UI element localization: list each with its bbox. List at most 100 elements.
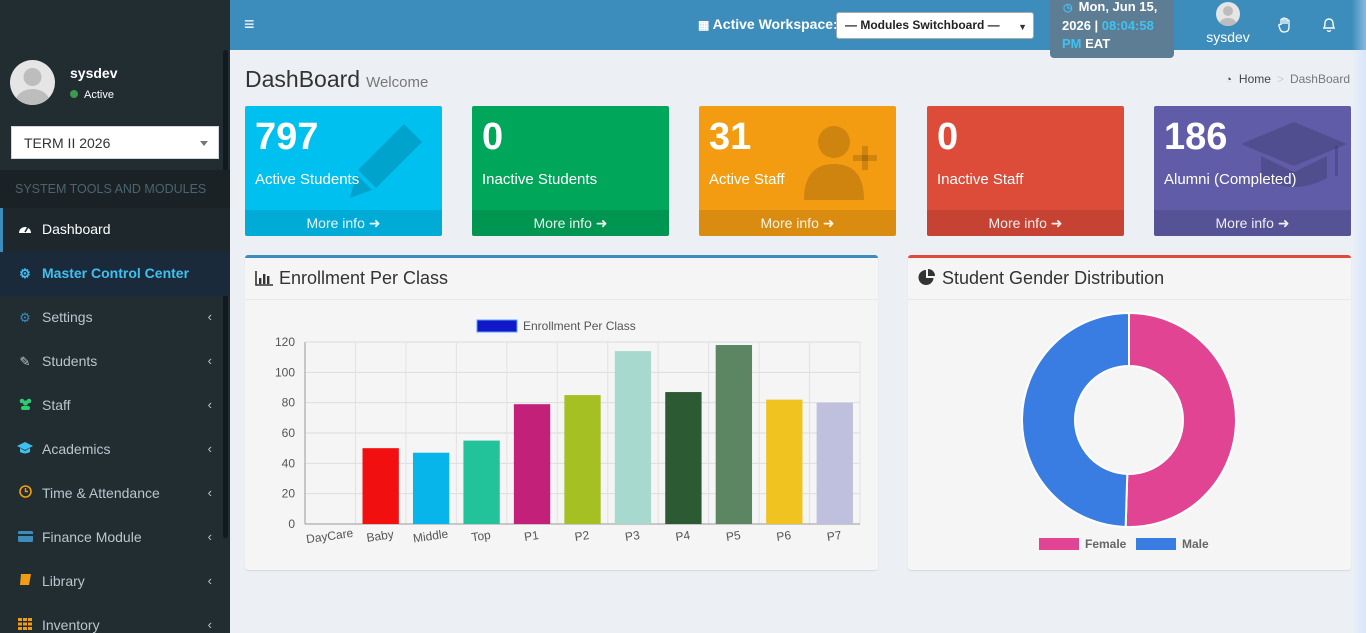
clock-icon	[17, 485, 33, 501]
stat-value: 797	[255, 116, 319, 158]
stat-box-active-staff: 31 Active Staff More info ➜	[699, 106, 896, 236]
enrollment-bar-chart: Enrollment Per Class 0 20 40 60 80 100 120 DayCa…	[275, 319, 861, 546]
y-tick-label: 40	[282, 456, 296, 470]
gender-panel: Student Gender Distribution Female Male	[908, 255, 1351, 570]
chevron-down-icon	[200, 141, 208, 146]
workspace-select-value: — Modules Switchboard —	[845, 18, 1000, 32]
stat-value: 0	[482, 116, 504, 158]
chevron-left-icon: ‹	[207, 617, 212, 632]
stat-value: 186	[1164, 116, 1228, 158]
dashboard-icon	[17, 222, 33, 237]
legend-swatch	[476, 319, 518, 333]
x-tick-label: P7	[826, 528, 843, 544]
chevron-left-icon: ‹	[207, 529, 212, 544]
sidebar-item-inventory[interactable]: Inventory ‹	[0, 604, 230, 633]
x-tick-label: P3	[624, 528, 641, 544]
user-plus-icon	[796, 116, 886, 206]
menu-toggle-icon[interactable]: ≡	[244, 15, 255, 33]
windows-icon: ▦	[698, 18, 713, 32]
legend-label: Female	[1085, 537, 1127, 551]
x-tick-label: Baby	[366, 527, 395, 545]
panel-header: Student Gender Distribution	[908, 258, 1351, 300]
panel-header: Enrollment Per Class	[245, 258, 878, 300]
bar	[665, 392, 702, 524]
stat-label: Inactive Students	[482, 171, 598, 188]
more-info-link[interactable]: More info ➜	[472, 210, 669, 236]
workspace-label-text: Active Workspace:	[712, 16, 838, 32]
more-info-link[interactable]: More info ➜	[245, 210, 442, 236]
sidebar-item-label: Inventory	[42, 617, 100, 633]
page-subtitle: Welcome	[366, 74, 429, 91]
more-info-link[interactable]: More info ➜	[1154, 210, 1351, 236]
chevron-left-icon: ‹	[207, 485, 212, 500]
chevron-left-icon: ‹	[207, 573, 212, 588]
more-info-link[interactable]: More info ➜	[927, 210, 1124, 236]
sidebar-item-finance[interactable]: Finance Module ‹	[0, 516, 230, 560]
breadcrumb-home[interactable]: Home	[1239, 72, 1271, 86]
edit-icon: ✎	[19, 354, 31, 369]
y-tick-label: 60	[282, 426, 296, 440]
x-tick-label: P5	[725, 528, 742, 544]
hand-icon[interactable]	[1278, 17, 1292, 37]
stat-box-inactive-students: 0 Inactive Students More info ➜	[472, 106, 669, 236]
x-tick-label: DayCare	[305, 526, 354, 546]
sidebar-item-time-attendance[interactable]: Time & Attendance ‹	[0, 472, 230, 516]
workspace-label: ▦ Active Workspace:	[698, 16, 838, 32]
graduation-cap-icon	[1239, 116, 1349, 206]
x-tick-label: P6	[776, 528, 793, 544]
arrow-circle-right-icon: ➜	[822, 215, 835, 231]
bar	[463, 440, 500, 524]
breadcrumb: ◔ Home > DashBoard	[1225, 72, 1350, 86]
sidebar-item-label: Staff	[42, 397, 71, 413]
term-select-value: TERM II 2026	[24, 135, 111, 151]
sidebar-item-library[interactable]: Library ‹	[0, 560, 230, 604]
sidebar-item-academics[interactable]: Academics ‹	[0, 428, 230, 472]
stat-box-alumni: 186 Alumni (Completed) More info ➜	[1154, 106, 1351, 236]
y-tick-label: 80	[282, 396, 296, 410]
user-menu[interactable]: sysdev	[1204, 2, 1252, 45]
stat-label: Inactive Staff	[937, 171, 1024, 188]
page-title-text: DashBoard	[245, 66, 361, 92]
bar	[412, 452, 450, 524]
x-tick-label: P1	[523, 528, 540, 544]
bell-icon[interactable]	[1322, 17, 1336, 36]
stat-value: 0	[937, 116, 959, 158]
sidebar-item-staff[interactable]: Staff ‹	[0, 384, 230, 428]
dashboard-icon: ◔	[1225, 74, 1235, 86]
more-info-text: More info	[760, 215, 819, 231]
x-tick-label: Middle	[412, 527, 449, 546]
donut-slice-male	[1021, 311, 1130, 528]
user-status-text: Active	[84, 89, 114, 101]
cogs-icon: ⚙	[19, 310, 31, 325]
clock-zone: EAT	[1085, 36, 1111, 51]
bar	[766, 399, 803, 524]
more-info-link[interactable]: More info ➜	[699, 210, 896, 236]
y-tick-label: 0	[288, 517, 295, 531]
y-tick-label: 100	[275, 365, 295, 379]
gender-donut-chart: Female Male	[1021, 311, 1237, 551]
sidebar-item-students[interactable]: ✎ Students ‹	[0, 340, 230, 384]
cogs-icon: ⚙	[19, 266, 31, 281]
sidebar-item-dashboard[interactable]: Dashboard	[0, 208, 230, 252]
sidebar-item-label: Library	[42, 573, 85, 589]
y-tick-label: 20	[282, 487, 296, 501]
donut-slice-female	[1124, 311, 1237, 528]
sidebar-item-label: Dashboard	[42, 221, 111, 237]
y-tick-label: 120	[275, 335, 295, 349]
x-tick-label: Top	[470, 528, 491, 545]
pie-chart-icon	[918, 269, 936, 291]
book-icon	[17, 573, 33, 589]
term-select[interactable]: TERM II 2026	[11, 126, 219, 159]
workspace-select[interactable]: — Modules Switchboard — ▼	[836, 12, 1034, 39]
avatar	[10, 60, 55, 105]
chevron-left-icon: ‹	[207, 309, 212, 324]
sidebar: sysdev Active TERM II 2026 SYSTEM TOOLS …	[0, 0, 230, 633]
sidebar-item-settings[interactable]: ⚙ Settings ‹	[0, 296, 230, 340]
arrow-circle-right-icon: ➜	[595, 215, 608, 231]
bar	[816, 402, 853, 524]
arrow-circle-right-icon: ➜	[368, 215, 381, 231]
user-name: sysdev	[70, 65, 118, 81]
status-dot-icon	[70, 90, 78, 98]
x-tick-label: P2	[574, 528, 591, 544]
sidebar-item-master-control-center[interactable]: ⚙ Master Control Center	[0, 252, 230, 296]
